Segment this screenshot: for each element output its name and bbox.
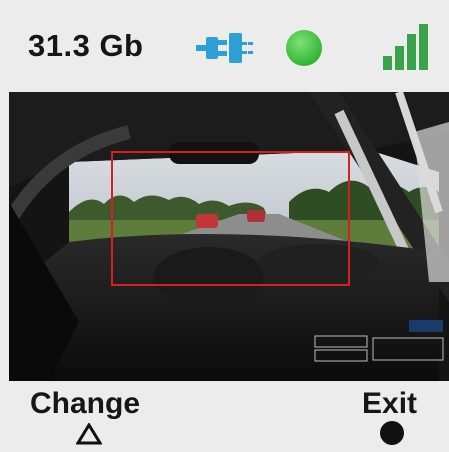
signal-bars-icon [381,22,431,72]
status-bar: 31.3 Gb [0,0,449,92]
filled-circle-icon [379,420,405,446]
green-status-dot-icon [284,28,324,68]
triangle-icon [75,422,103,445]
exit-label: Exit [362,387,418,420]
camera-screen: 31.3 Gb Change Exit [0,0,449,452]
change-label: Change [30,387,141,420]
power-plug-icon [196,30,258,66]
camera-preview[interactable] [9,92,449,381]
storage-remaining: 31.3 Gb [28,28,144,63]
softkey-bar: Change Exit [0,381,449,452]
